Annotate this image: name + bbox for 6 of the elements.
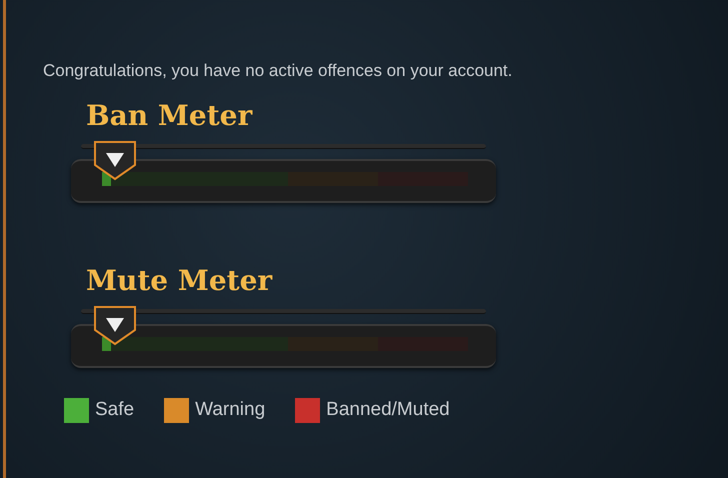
status-message: Congratulations, you have no active offences on your account.: [43, 60, 512, 82]
legend-label: Banned/Muted: [326, 398, 450, 422]
meter-title: Mute Meter: [86, 267, 272, 299]
legend-label: Safe: [95, 398, 134, 422]
legend-label: Warning: [195, 398, 266, 422]
meter-title: Ban Meter: [86, 102, 252, 134]
